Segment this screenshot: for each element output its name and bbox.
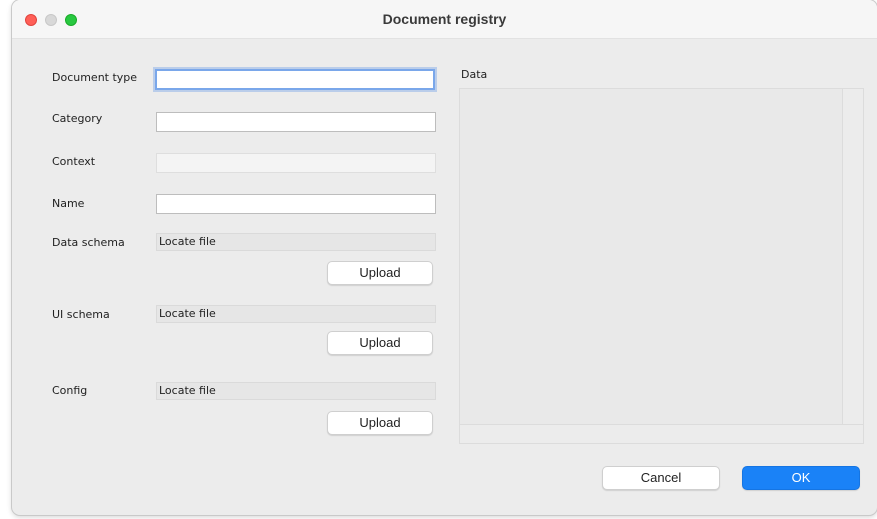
ui-schema-upload-button[interactable]: Upload xyxy=(327,331,433,355)
data-text-area[interactable] xyxy=(459,88,864,444)
ui-schema-label: UI schema xyxy=(52,308,110,321)
data-horizontal-scrollbar[interactable] xyxy=(460,424,863,443)
dialog-window: Document registry Document type Category… xyxy=(12,0,877,515)
config-file-field[interactable]: Locate file xyxy=(156,382,436,400)
config-upload-button[interactable]: Upload xyxy=(327,411,433,435)
data-schema-file-field[interactable]: Locate file xyxy=(156,233,436,251)
ok-button[interactable]: OK xyxy=(742,466,860,490)
context-input[interactable] xyxy=(156,153,436,173)
category-input[interactable] xyxy=(156,112,436,132)
data-schema-upload-button[interactable]: Upload xyxy=(327,261,433,285)
document-type-label: Document type xyxy=(52,71,138,84)
data-label: Data xyxy=(461,68,488,81)
document-type-input[interactable] xyxy=(155,69,435,90)
context-label: Context xyxy=(52,155,96,168)
name-input[interactable] xyxy=(156,194,436,214)
window-title: Document registry xyxy=(382,11,507,27)
title-bar[interactable]: Document registry xyxy=(12,0,877,39)
data-schema-label: Data schema xyxy=(52,236,125,249)
config-label: Config xyxy=(52,384,88,397)
cancel-button[interactable]: Cancel xyxy=(602,466,720,490)
ui-schema-file-field[interactable]: Locate file xyxy=(156,305,436,323)
category-label: Category xyxy=(52,112,103,125)
name-label: Name xyxy=(52,197,85,210)
data-vertical-scrollbar[interactable] xyxy=(842,89,863,425)
